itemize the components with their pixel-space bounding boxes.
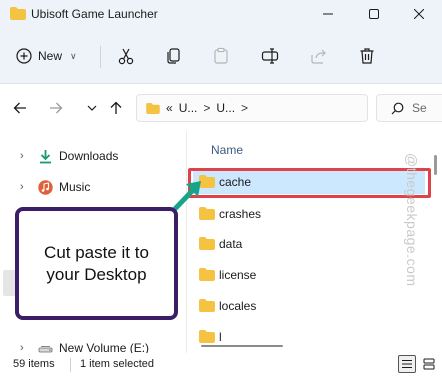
new-button-label: New <box>38 49 63 63</box>
search-input[interactable]: Se <box>376 94 442 122</box>
arrow-left-icon <box>13 102 26 114</box>
delete-icon <box>360 48 374 64</box>
share-icon <box>311 49 326 64</box>
rename-icon <box>261 48 279 64</box>
rename-button[interactable] <box>257 44 283 68</box>
breadcrumb-separator[interactable]: > <box>203 101 210 115</box>
share-button[interactable] <box>306 44 332 68</box>
paste-button[interactable] <box>208 44 234 68</box>
search-icon <box>391 102 404 114</box>
download-icon <box>40 150 51 164</box>
file-name: crashes <box>219 207 262 221</box>
paste-icon <box>214 47 228 64</box>
address-row: « U... > U... > Se <box>0 85 442 131</box>
forward-button[interactable] <box>45 97 67 119</box>
up-button[interactable] <box>105 97 127 119</box>
status-divider <box>70 358 71 372</box>
nav-item-music[interactable]: › Music <box>0 175 186 199</box>
breadcrumb-overflow[interactable]: « <box>166 101 173 115</box>
file-row-data[interactable]: data <box>193 232 425 256</box>
item-count: 59 items <box>13 358 55 370</box>
title-bar: Ubisoft Game Launcher <box>0 0 442 28</box>
folder-icon <box>199 237 215 250</box>
watermark: @thegeekpage.com <box>404 153 420 287</box>
maximize-icon <box>369 9 379 19</box>
address-bar[interactable]: « U... > U... > <box>136 94 368 122</box>
file-name: cache <box>219 175 252 189</box>
callout-text: Cut paste it to your Desktop <box>44 242 149 284</box>
arrow-right-icon <box>50 102 63 114</box>
close-icon <box>414 9 424 19</box>
file-name: l <box>219 330 222 344</box>
music-icon <box>38 180 53 195</box>
copy-icon <box>167 48 180 64</box>
folder-icon <box>199 299 215 312</box>
details-view-icon <box>402 359 412 369</box>
breadcrumb-item[interactable]: U... <box>179 101 198 115</box>
vertical-scrollbar[interactable] <box>434 155 437 175</box>
cut-icon <box>118 48 134 65</box>
file-name: license <box>219 268 257 282</box>
details-view-button[interactable] <box>398 355 416 373</box>
copy-button[interactable] <box>161 44 187 68</box>
close-button[interactable] <box>396 0 442 28</box>
chevron-down-icon <box>87 105 97 111</box>
delete-button[interactable] <box>354 44 380 68</box>
minimize-icon <box>323 13 333 15</box>
file-row-locales[interactable]: locales <box>193 294 425 318</box>
file-row-license[interactable]: license <box>193 263 425 287</box>
back-button[interactable] <box>9 97 31 119</box>
minimize-button[interactable] <box>305 0 351 28</box>
search-placeholder: Se <box>412 101 427 115</box>
toolbar-divider <box>100 46 101 68</box>
tiles-view-icon <box>423 358 435 370</box>
horizontal-scrollbar[interactable] <box>201 345 283 347</box>
recent-locations-button[interactable] <box>81 97 103 119</box>
tiles-view-button[interactable] <box>420 355 438 373</box>
breadcrumb-separator[interactable]: > <box>241 101 248 115</box>
cut-button[interactable] <box>113 44 139 68</box>
column-header-name[interactable]: Name <box>211 143 243 157</box>
file-row-cache[interactable]: cache <box>193 170 425 194</box>
nav-item-label: Downloads <box>59 149 119 163</box>
folder-icon <box>146 102 160 114</box>
file-row-crashes[interactable]: crashes <box>193 202 425 226</box>
window-title: Ubisoft Game Launcher <box>31 7 158 21</box>
annotation-callout: Cut paste it to your Desktop <box>15 207 178 320</box>
chevron-right-icon[interactable]: › <box>20 181 24 193</box>
nav-item-downloads[interactable]: › Downloads <box>0 144 186 168</box>
nav-item-label: Music <box>59 180 91 194</box>
arrow-up-icon <box>110 101 122 114</box>
new-button[interactable]: New ∨ <box>10 43 83 69</box>
file-name: data <box>219 237 243 251</box>
status-bar: 59 items 1 item selected <box>0 353 442 376</box>
plus-circle-icon <box>16 48 32 64</box>
chevron-down-icon: ∨ <box>70 50 77 61</box>
chevron-right-icon[interactable]: › <box>20 150 24 162</box>
maximize-button[interactable] <box>351 0 397 28</box>
folder-icon <box>199 330 215 343</box>
folder-icon <box>199 268 215 281</box>
selection-count: 1 item selected <box>80 358 154 370</box>
breadcrumb-item[interactable]: U... <box>216 101 235 115</box>
folder-icon <box>10 7 26 20</box>
command-bar: New ∨ <box>0 28 442 84</box>
file-name: locales <box>219 299 257 313</box>
